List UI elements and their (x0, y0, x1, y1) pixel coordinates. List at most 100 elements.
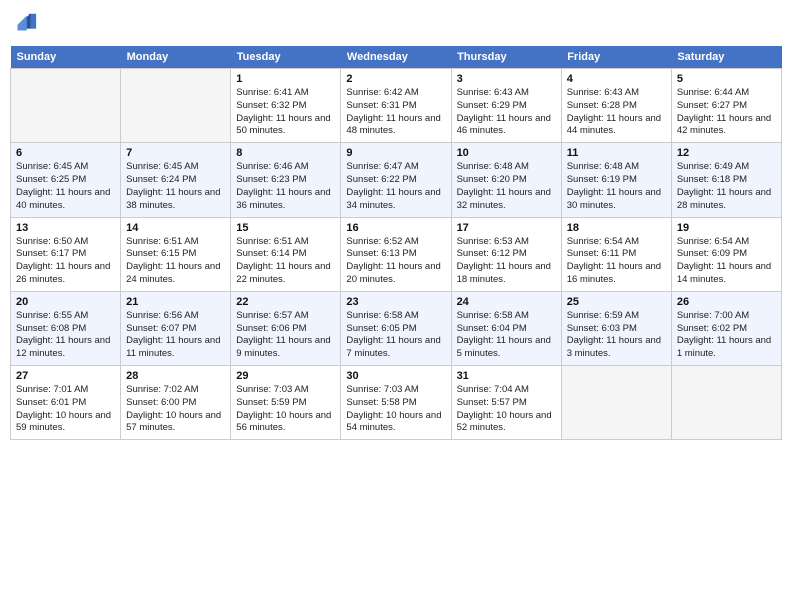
col-header-monday: Monday (121, 46, 231, 69)
day-number: 13 (16, 222, 115, 234)
day-number: 17 (457, 222, 556, 234)
calendar-cell: 25Sunrise: 6:59 AM Sunset: 6:03 PM Dayli… (561, 291, 671, 365)
calendar-cell: 13 Sunrise: 6:50 AM Sunset: 6:17 PM Dayli… (11, 217, 121, 291)
day-number: 21 (126, 296, 225, 308)
day-number: 6 (16, 147, 115, 159)
calendar-cell: 4Sunrise: 6:43 AM Sunset: 6:28 PM Daylig… (561, 69, 671, 143)
day-number: 28 (126, 370, 225, 382)
calendar-cell: 16 Sunrise: 6:52 AM Sunset: 6:13 PM Dayli… (341, 217, 451, 291)
day-number: 29 (236, 370, 335, 382)
day-number: 10 (457, 147, 556, 159)
day-info: Sunrise: 6:43 AM Sunset: 6:29 PM Dayligh… (457, 87, 556, 138)
calendar-cell: 15 Sunrise: 6:51 AM Sunset: 6:14 PM Dayli… (231, 217, 341, 291)
calendar-cell: 27 Sunrise: 7:01 AM Sunset: 6:01 PM Dayli… (11, 366, 121, 440)
calendar-cell: 31 Sunrise: 7:04 AM Sunset: 5:57 PM Dayli… (451, 366, 561, 440)
day-info: Sunrise: 6:48 AM Sunset: 6:19 PM Dayligh… (567, 161, 666, 212)
day-info: Sunrise: 7:01 AM Sunset: 6:01 PM Dayligh… (16, 384, 115, 435)
col-header-thursday: Thursday (451, 46, 561, 69)
calendar-cell: 28 Sunrise: 7:02 AM Sunset: 6:00 PM Dayli… (121, 366, 231, 440)
logo (10, 10, 40, 38)
day-info: Sunrise: 6:49 AM Sunset: 6:18 PM Dayligh… (677, 161, 776, 212)
calendar-cell: 26 Sunrise: 7:00 AM Sunset: 6:02 PM Dayli… (671, 291, 781, 365)
day-info: Sunrise: 6:51 AM Sunset: 6:15 PM Dayligh… (126, 236, 225, 287)
day-number: 7 (126, 147, 225, 159)
calendar-cell: 21 Sunrise: 6:56 AM Sunset: 6:07 PM Dayli… (121, 291, 231, 365)
day-info: Sunrise: 6:45 AM Sunset: 6:25 PM Dayligh… (16, 161, 115, 212)
calendar-cell (671, 366, 781, 440)
calendar-table: SundayMondayTuesdayWednesdayThursdayFrid… (10, 46, 782, 440)
col-header-tuesday: Tuesday (231, 46, 341, 69)
day-info: Sunrise: 6:54 AM Sunset: 6:11 PM Dayligh… (567, 236, 666, 287)
page-header (10, 10, 782, 38)
day-number: 15 (236, 222, 335, 234)
day-number: 1 (236, 73, 335, 85)
day-info: Sunrise: 6:56 AM Sunset: 6:07 PM Dayligh… (126, 310, 225, 361)
day-number: 31 (457, 370, 556, 382)
calendar-cell: 18 Sunrise: 6:54 AM Sunset: 6:11 PM Dayli… (561, 217, 671, 291)
day-number: 18 (567, 222, 666, 234)
day-info: Sunrise: 6:57 AM Sunset: 6:06 PM Dayligh… (236, 310, 335, 361)
day-info: Sunrise: 6:58 AM Sunset: 6:04 PM Dayligh… (457, 310, 556, 361)
day-number: 26 (677, 296, 776, 308)
day-number: 25 (567, 296, 666, 308)
day-info: Sunrise: 6:42 AM Sunset: 6:31 PM Dayligh… (346, 87, 445, 138)
day-info: Sunrise: 6:52 AM Sunset: 6:13 PM Dayligh… (346, 236, 445, 287)
day-number: 24 (457, 296, 556, 308)
day-info: Sunrise: 6:48 AM Sunset: 6:20 PM Dayligh… (457, 161, 556, 212)
day-number: 22 (236, 296, 335, 308)
calendar-cell: 9Sunrise: 6:47 AM Sunset: 6:22 PM Daylig… (341, 143, 451, 217)
day-info: Sunrise: 7:00 AM Sunset: 6:02 PM Dayligh… (677, 310, 776, 361)
col-header-saturday: Saturday (671, 46, 781, 69)
calendar-cell: 30 Sunrise: 7:03 AM Sunset: 5:58 PM Dayli… (341, 366, 451, 440)
calendar-cell: 5 Sunrise: 6:44 AM Sunset: 6:27 PM Daylig… (671, 69, 781, 143)
day-number: 5 (677, 73, 776, 85)
day-number: 2 (346, 73, 445, 85)
day-number: 3 (457, 73, 556, 85)
calendar-cell: 29 Sunrise: 7:03 AM Sunset: 5:59 PM Dayli… (231, 366, 341, 440)
day-number: 23 (346, 296, 445, 308)
day-number: 19 (677, 222, 776, 234)
day-info: Sunrise: 6:58 AM Sunset: 6:05 PM Dayligh… (346, 310, 445, 361)
col-header-sunday: Sunday (11, 46, 121, 69)
day-info: Sunrise: 7:02 AM Sunset: 6:00 PM Dayligh… (126, 384, 225, 435)
day-info: Sunrise: 6:41 AM Sunset: 6:32 PM Dayligh… (236, 87, 335, 138)
day-info: Sunrise: 7:03 AM Sunset: 5:59 PM Dayligh… (236, 384, 335, 435)
calendar-cell: 7 Sunrise: 6:45 AM Sunset: 6:24 PM Daylig… (121, 143, 231, 217)
day-number: 14 (126, 222, 225, 234)
day-info: Sunrise: 7:03 AM Sunset: 5:58 PM Dayligh… (346, 384, 445, 435)
day-info: Sunrise: 6:54 AM Sunset: 6:09 PM Dayligh… (677, 236, 776, 287)
calendar-cell (121, 69, 231, 143)
day-info: Sunrise: 6:45 AM Sunset: 6:24 PM Dayligh… (126, 161, 225, 212)
calendar-cell: 17 Sunrise: 6:53 AM Sunset: 6:12 PM Dayli… (451, 217, 561, 291)
calendar-cell: 22 Sunrise: 6:57 AM Sunset: 6:06 PM Dayli… (231, 291, 341, 365)
calendar-cell: 6 Sunrise: 6:45 AM Sunset: 6:25 PM Daylig… (11, 143, 121, 217)
day-info: Sunrise: 6:53 AM Sunset: 6:12 PM Dayligh… (457, 236, 556, 287)
day-info: Sunrise: 6:55 AM Sunset: 6:08 PM Dayligh… (16, 310, 115, 361)
calendar-cell: 8 Sunrise: 6:46 AM Sunset: 6:23 PM Daylig… (231, 143, 341, 217)
day-number: 16 (346, 222, 445, 234)
calendar-cell: 19 Sunrise: 6:54 AM Sunset: 6:09 PM Dayli… (671, 217, 781, 291)
calendar-cell: 20 Sunrise: 6:55 AM Sunset: 6:08 PM Dayli… (11, 291, 121, 365)
calendar-cell: 10 Sunrise: 6:48 AM Sunset: 6:20 PM Dayli… (451, 143, 561, 217)
calendar-cell: 24 Sunrise: 6:58 AM Sunset: 6:04 PM Dayli… (451, 291, 561, 365)
calendar-cell: 1 Sunrise: 6:41 AM Sunset: 6:32 PM Daylig… (231, 69, 341, 143)
day-info: Sunrise: 6:51 AM Sunset: 6:14 PM Dayligh… (236, 236, 335, 287)
calendar-cell: 12 Sunrise: 6:49 AM Sunset: 6:18 PM Dayli… (671, 143, 781, 217)
calendar-cell (561, 366, 671, 440)
day-info: Sunrise: 6:50 AM Sunset: 6:17 PM Dayligh… (16, 236, 115, 287)
calendar-cell: 14 Sunrise: 6:51 AM Sunset: 6:15 PM Dayli… (121, 217, 231, 291)
col-header-friday: Friday (561, 46, 671, 69)
day-number: 9 (346, 147, 445, 159)
day-info: Sunrise: 6:44 AM Sunset: 6:27 PM Dayligh… (677, 87, 776, 138)
day-number: 30 (346, 370, 445, 382)
calendar-cell: 23 Sunrise: 6:58 AM Sunset: 6:05 PM Dayli… (341, 291, 451, 365)
day-number: 8 (236, 147, 335, 159)
day-number: 20 (16, 296, 115, 308)
calendar-cell: 3 Sunrise: 6:43 AM Sunset: 6:29 PM Daylig… (451, 69, 561, 143)
calendar-cell (11, 69, 121, 143)
day-info: Sunrise: 6:43 AM Sunset: 6:28 PM Dayligh… (567, 87, 666, 138)
day-number: 27 (16, 370, 115, 382)
day-info: Sunrise: 6:46 AM Sunset: 6:23 PM Dayligh… (236, 161, 335, 212)
day-info: Sunrise: 7:04 AM Sunset: 5:57 PM Dayligh… (457, 384, 556, 435)
day-number: 12 (677, 147, 776, 159)
